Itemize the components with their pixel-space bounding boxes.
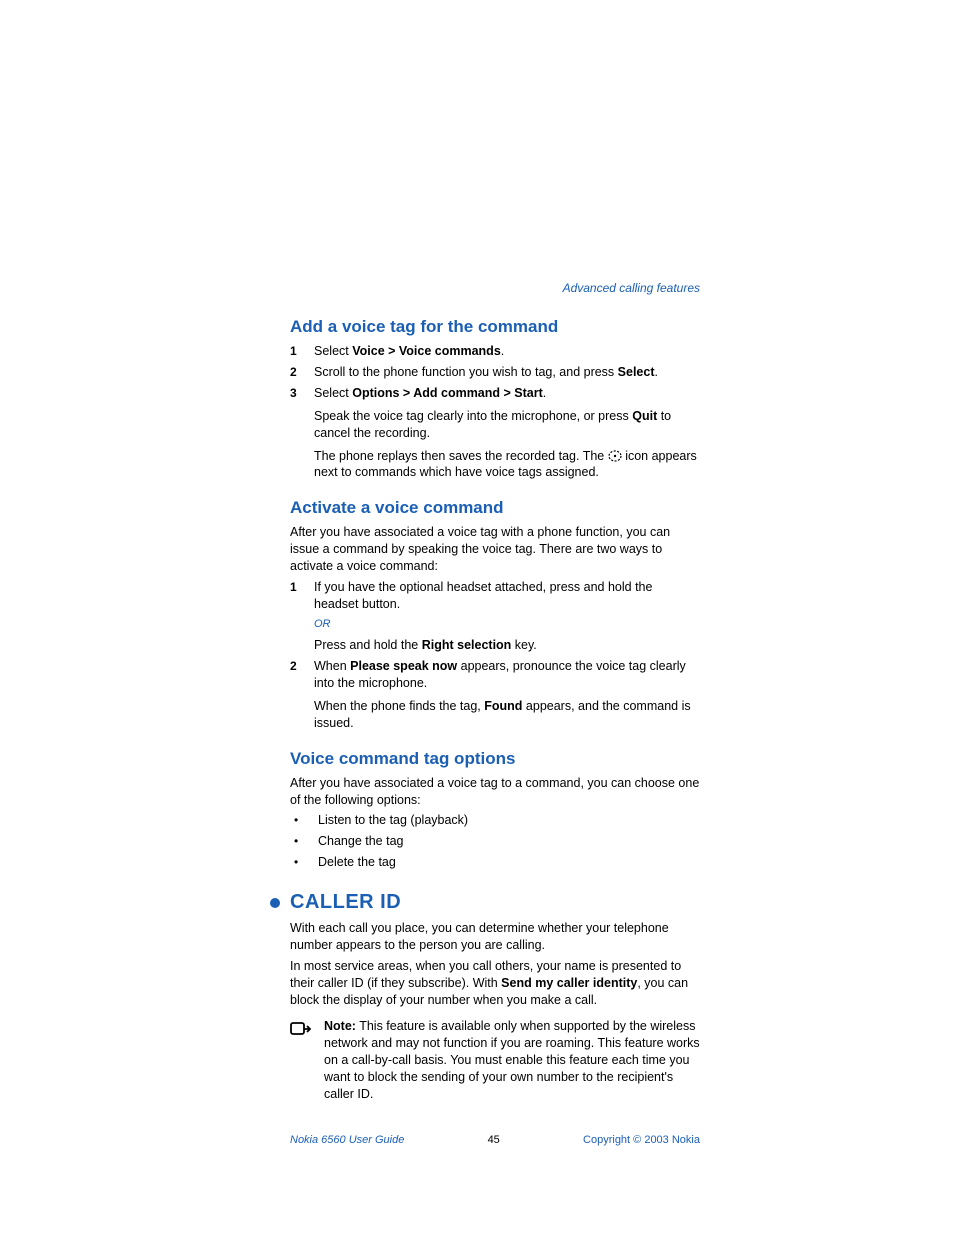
- bullet-icon: •: [290, 854, 318, 871]
- bullet-icon: •: [290, 812, 318, 829]
- paragraph: After you have associated a voice tag to…: [290, 775, 700, 809]
- step-number: 1: [290, 343, 314, 360]
- bullet-text: Listen to the tag (playback): [318, 812, 700, 829]
- document-page: Advanced calling features Add a voice ta…: [0, 0, 954, 1235]
- section-bullet-icon: [270, 898, 280, 908]
- step-text: When Please speak now appears, pronounce…: [314, 658, 700, 692]
- step-text: Select Voice > Voice commands.: [314, 343, 700, 360]
- step-sub-text: Speak the voice tag clearly into the mic…: [314, 408, 700, 442]
- step-number: 2: [290, 658, 314, 692]
- step-sub-text: Press and hold the Right selection key.: [314, 637, 700, 654]
- footer-copyright: Copyright © 2003 Nokia: [583, 1133, 700, 1148]
- section-heading-caller-id: CALLER ID: [270, 889, 700, 916]
- list-item: 1 Select Voice > Voice commands.: [290, 343, 700, 360]
- note-block: Note: This feature is available only whe…: [290, 1018, 700, 1102]
- bullet-text: Change the tag: [318, 833, 700, 850]
- step-sub-text: The phone replays then saves the recorde…: [314, 448, 700, 482]
- paragraph: With each call you place, you can determ…: [290, 920, 700, 954]
- footer-guide-name: Nokia 6560 User Guide: [290, 1133, 404, 1148]
- bullet-item: • Change the tag: [290, 833, 700, 850]
- bullet-item: • Listen to the tag (playback): [290, 812, 700, 829]
- paragraph: In most service areas, when you call oth…: [290, 958, 700, 1009]
- step-number: 1: [290, 579, 314, 613]
- step-text: Select Options > Add command > Start.: [314, 385, 700, 402]
- running-header: Advanced calling features: [290, 280, 700, 296]
- list-item: 1 If you have the optional headset attac…: [290, 579, 700, 613]
- step-text: If you have the optional headset attache…: [314, 579, 700, 613]
- list-item: 2 When Please speak now appears, pronoun…: [290, 658, 700, 692]
- bullet-item: • Delete the tag: [290, 854, 700, 871]
- page-content: Advanced calling features Add a voice ta…: [290, 280, 700, 1148]
- step-text: Scroll to the phone function you wish to…: [314, 364, 700, 381]
- bullet-icon: •: [290, 833, 318, 850]
- step-number: 3: [290, 385, 314, 402]
- or-separator: OR: [314, 617, 700, 632]
- heading-add-voice-tag: Add a voice tag for the command: [290, 316, 700, 339]
- heading-voice-tag-options: Voice command tag options: [290, 748, 700, 771]
- note-text: Note: This feature is available only whe…: [324, 1018, 700, 1102]
- voice-tag-icon: [608, 450, 622, 462]
- footer-page-number: 45: [488, 1133, 500, 1148]
- bullet-text: Delete the tag: [318, 854, 700, 871]
- list-item: 3 Select Options > Add command > Start.: [290, 385, 700, 402]
- note-icon: [290, 1018, 324, 1102]
- heading-activate-voice: Activate a voice command: [290, 497, 700, 520]
- page-footer: Nokia 6560 User Guide 45 Copyright © 200…: [290, 1133, 700, 1148]
- paragraph: After you have associated a voice tag wi…: [290, 524, 700, 575]
- heading-caller-id: CALLER ID: [290, 889, 401, 916]
- step-number: 2: [290, 364, 314, 381]
- step-sub-text: When the phone finds the tag, Found appe…: [314, 698, 700, 732]
- list-item: 2 Scroll to the phone function you wish …: [290, 364, 700, 381]
